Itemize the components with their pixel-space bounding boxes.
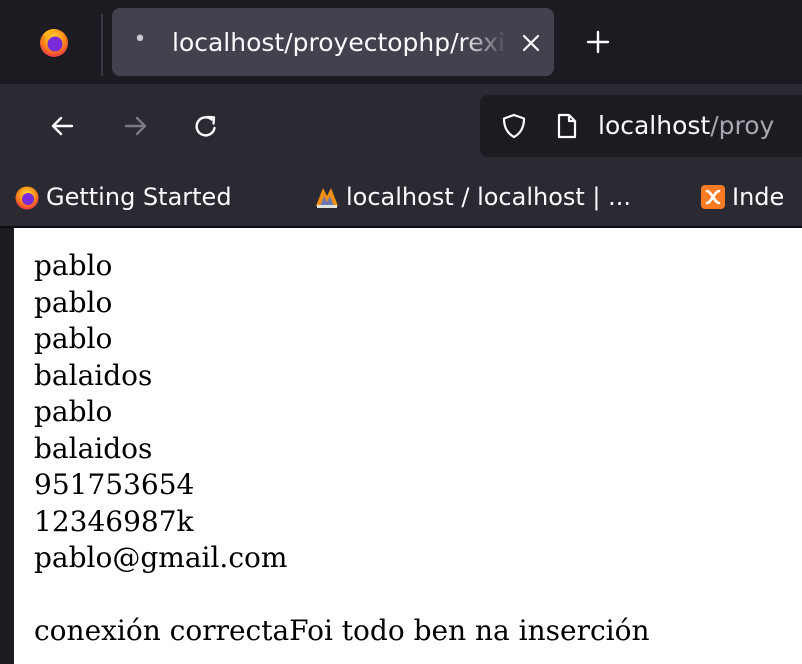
browser-chrome: • localhost/proyectophp/rexistro.php xyxy=(0,0,802,228)
url-host: localhost xyxy=(598,111,711,140)
output-line: pablo xyxy=(34,285,113,319)
page-viewport: pablo pablo pablo balaidos pablo balaido… xyxy=(0,228,802,664)
output-line: pablo xyxy=(34,395,113,428)
bookmark-label: Getting Started xyxy=(46,183,232,211)
tab-separator xyxy=(101,14,103,76)
firefox-icon xyxy=(14,184,40,210)
page-output: pablo pablo pablo balaidos pablo balaido… xyxy=(34,248,649,650)
tab-strip: • localhost/proyectophp/rexistro.php xyxy=(0,0,802,84)
line-break xyxy=(34,577,649,614)
url-bar[interactable]: localhost/proy xyxy=(480,95,802,157)
output-line: pablo@gmail.com xyxy=(34,541,288,574)
tracking-protection-shield-icon[interactable] xyxy=(500,112,528,140)
status-message: conexión correctaFoi todo ben na inserci… xyxy=(34,614,650,647)
output-line: pablo xyxy=(34,249,113,282)
forward-icon[interactable] xyxy=(116,106,156,146)
tab-title: localhost/proyectophp/rexistro.php xyxy=(172,28,508,57)
navigation-toolbar: localhost/proy xyxy=(0,84,802,170)
bookmark-label: localhost / localhost | ... xyxy=(346,183,632,211)
url-path: /proy xyxy=(710,111,775,140)
new-tab-icon[interactable] xyxy=(578,22,618,62)
output-line: pablo xyxy=(34,322,113,355)
page-info-icon[interactable] xyxy=(554,112,580,140)
output-line: 12346987k xyxy=(34,504,194,538)
firefox-menu-icon[interactable] xyxy=(38,26,70,58)
url-text[interactable]: localhost/proy xyxy=(598,109,774,143)
reload-icon[interactable] xyxy=(186,106,226,146)
tab-loading-dot-icon: • xyxy=(133,27,147,52)
output-line: balaidos xyxy=(34,358,153,392)
back-icon[interactable] xyxy=(42,106,82,146)
bookmark-label: Inde xyxy=(732,183,785,211)
output-line: 951753654 xyxy=(34,468,195,501)
viewport-edge xyxy=(0,228,14,664)
bookmarks-toolbar: Getting Started localhost / localhost | … xyxy=(0,170,802,226)
output-line: balaidos xyxy=(34,431,153,465)
tab-active[interactable]: • localhost/proyectophp/rexistro.php xyxy=(112,8,554,76)
close-tab-icon[interactable] xyxy=(514,26,548,60)
phpmyadmin-icon xyxy=(314,184,340,210)
xampp-icon xyxy=(700,184,726,210)
